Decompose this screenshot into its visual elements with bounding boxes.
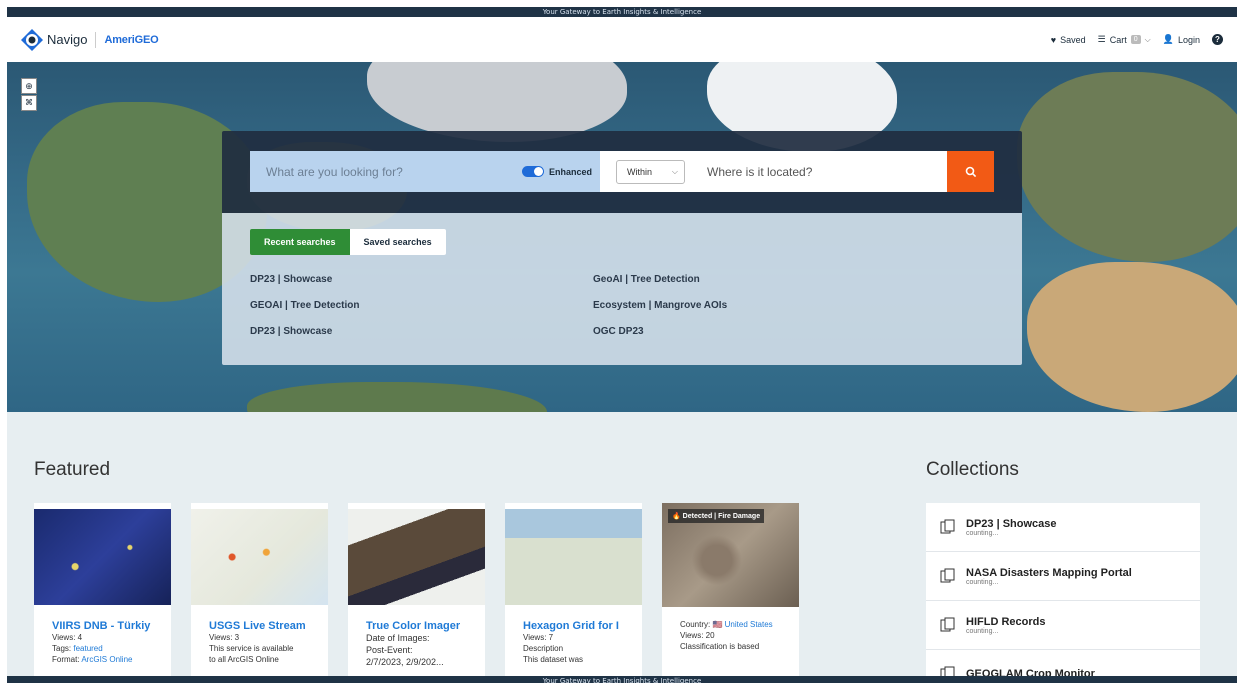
collections-list: DP23 | Showcase counting... NASA Disaste… <box>926 503 1200 683</box>
within-select[interactable]: Within ⌵ <box>616 159 685 184</box>
card-title[interactable]: Hexagon Grid for I <box>523 620 633 632</box>
collection-count: counting... <box>966 529 999 537</box>
locate-icon[interactable]: ⊕ <box>21 78 37 94</box>
card-meta: Views: 3 <box>209 633 240 642</box>
card-meta: Classification is based <box>680 642 760 651</box>
lower-content: Featured Collections VIIRS DNB - Türkiy … <box>7 412 1237 683</box>
banner-text: Your Gateway to Earth Insights & Intelli… <box>542 8 702 16</box>
bottom-banner: Your Gateway to Earth Insights & Intelli… <box>7 676 1237 683</box>
map-land-sahara <box>1027 262 1237 412</box>
card-thumbnail: 🔥 Detected | Fire Damage <box>662 503 799 607</box>
map-land-greenland <box>367 62 627 142</box>
cart-button[interactable]: ☰ Cart 0 ⌵ <box>1098 34 1151 45</box>
search-panel: Enhanced Within ⌵ Recent searches Saved … <box>222 131 1022 365</box>
saved-button[interactable]: ♥ Saved <box>1051 35 1086 45</box>
card-meta: 2/7/2023, 2/9/202... <box>366 657 444 667</box>
featured-card[interactable]: True Color Imager Date of Images: Post-E… <box>348 503 485 676</box>
logo-divider <box>95 31 97 48</box>
recent-search-item[interactable]: GEOAI | Tree Detection <box>250 300 360 326</box>
login-button[interactable]: 👤 Login <box>1163 34 1200 45</box>
search-button[interactable] <box>947 151 994 192</box>
cart-label: Cart <box>1109 34 1127 45</box>
navigo-logo-icon <box>21 28 43 51</box>
card-meta: This dataset was <box>523 655 584 664</box>
tag-link[interactable]: featured <box>73 644 102 653</box>
search-bar: Enhanced Within ⌵ <box>250 151 994 192</box>
tab-recent-searches[interactable]: Recent searches <box>250 229 350 255</box>
featured-card[interactable]: 🔥 Detected | Fire Damage Country: 🇺🇸 Uni… <box>662 503 799 676</box>
recent-search-item[interactable]: DP23 | Showcase <box>250 274 360 300</box>
search-icon <box>965 166 976 177</box>
card-thumbnail <box>348 509 485 605</box>
featured-title: Featured <box>34 459 111 480</box>
recent-search-item[interactable]: Ecosystem | Mangrove AOIs <box>593 300 727 326</box>
card-meta: Views: 7 <box>523 633 554 642</box>
login-label: Login <box>1177 34 1200 45</box>
card-title[interactable]: USGS Live Stream <box>209 620 319 632</box>
help-icon[interactable]: ? <box>1212 34 1223 45</box>
where-search-input[interactable] <box>707 164 907 179</box>
collection-name: HIFLD Records <box>966 615 1046 628</box>
card-meta: Post-Event: <box>366 645 413 655</box>
collection-count: counting... <box>966 578 999 586</box>
card-thumbnail <box>505 509 642 605</box>
user-icon: 👤 <box>1162 34 1174 44</box>
collection-item[interactable]: HIFLD Records counting... <box>926 601 1200 650</box>
card-title[interactable]: VIIRS DNB - Türkiy <box>52 620 162 632</box>
map-land-asia <box>1017 72 1237 262</box>
card-meta: Format: ArcGIS Online <box>52 655 133 664</box>
featured-card[interactable]: Hexagon Grid for I Views: 7 Description … <box>505 503 642 676</box>
featured-card[interactable]: VIIRS DNB - Türkiy Views: 4 Tags: featur… <box>34 503 171 676</box>
map-land-south <box>247 382 547 412</box>
format-link[interactable]: ArcGIS Online <box>81 655 132 664</box>
recent-search-item[interactable]: GeoAI | Tree Detection <box>593 274 727 300</box>
chevron-down-icon: ⌵ <box>671 166 678 176</box>
collection-item[interactable]: NASA Disasters Mapping Portal counting..… <box>926 552 1200 601</box>
collection-icon <box>940 568 955 583</box>
what-search-input[interactable] <box>266 164 516 179</box>
card-meta: Description <box>523 644 564 653</box>
recent-search-item[interactable]: OGC DP23 <box>593 326 727 352</box>
heart-icon: ♥ <box>1050 34 1057 45</box>
card-meta: Tags: featured <box>52 644 103 653</box>
collection-icon <box>940 519 955 534</box>
top-banner: Your Gateway to Earth Insights & Intelli… <box>7 7 1237 17</box>
card-meta: Date of Images: <box>366 633 430 643</box>
header: Navigo AmeriGEO ♥ Saved ☰ Cart 0 ⌵ 👤 Log… <box>7 17 1237 62</box>
collection-name: NASA Disasters Mapping Portal <box>966 566 1132 579</box>
sub-brand: AmeriGEO <box>104 33 159 46</box>
brand-name: Navigo <box>47 32 88 47</box>
card-thumbnail <box>191 509 328 605</box>
collection-name: DP23 | Showcase <box>966 517 1057 530</box>
card-meta: Views: 4 <box>52 633 83 642</box>
card-meta: Views: 20 <box>680 631 715 640</box>
saved-label: Saved <box>1060 34 1086 45</box>
chevron-down-icon[interactable]: ⌵ <box>1145 35 1151 45</box>
banner-text: Your Gateway to Earth Insights & Intelli… <box>542 677 702 683</box>
card-meta: Country: 🇺🇸 United States <box>680 620 773 629</box>
card-meta: to all ArcGIS Online <box>209 655 279 664</box>
tab-saved-searches[interactable]: Saved searches <box>349 229 446 255</box>
within-label: Within <box>627 166 653 177</box>
fire-damage-badge: 🔥 Detected | Fire Damage <box>668 509 765 523</box>
cart-count-badge: 0 <box>1130 35 1141 44</box>
enhanced-toggle[interactable] <box>522 166 544 177</box>
collections-title: Collections <box>926 459 1019 480</box>
enhanced-label: Enhanced <box>549 166 593 177</box>
card-meta: This service is available <box>209 644 294 653</box>
collection-icon <box>940 617 955 632</box>
card-title[interactable]: True Color Imager <box>366 620 476 632</box>
logo[interactable]: Navigo AmeriGEO <box>21 28 159 51</box>
list-icon: ☰ <box>1097 34 1106 44</box>
collection-count: counting... <box>966 627 999 635</box>
card-thumbnail <box>34 509 171 605</box>
country-link[interactable]: United States <box>725 620 773 629</box>
featured-card[interactable]: USGS Live Stream Views: 3 This service i… <box>191 503 328 676</box>
recent-search-item[interactable]: DP23 | Showcase <box>250 326 360 352</box>
collection-item[interactable]: DP23 | Showcase counting... <box>926 503 1200 552</box>
binoculars-icon[interactable]: ⌘ <box>21 95 37 111</box>
